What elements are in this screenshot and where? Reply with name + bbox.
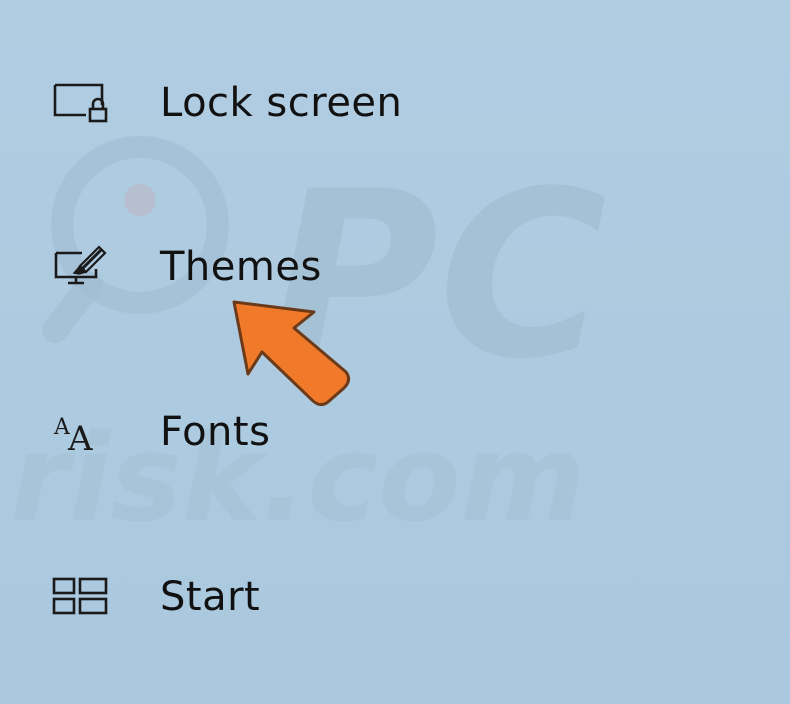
nav-item-label: Lock screen [160,80,403,126]
settings-personalization-panel: PC risk.com Lock screen Themes A A Fonts… [0,0,790,704]
nav-item-label: Start [160,574,261,620]
nav-item-lock-screen[interactable]: Lock screen [40,58,600,148]
fonts-icon-large-glyph: A [67,419,93,456]
fonts-icon: A A [40,402,112,462]
themes-icon [40,237,112,297]
nav-item-themes[interactable]: Themes [40,222,600,312]
nav-item-start[interactable]: Start [40,552,600,642]
nav-item-label: Fonts [160,409,271,455]
lock-screen-icon [40,73,112,133]
nav-item-fonts[interactable]: A A Fonts [40,387,600,477]
start-icon [40,567,112,627]
personalization-nav: Lock screen Themes A A Fonts Start [0,0,790,704]
nav-item-label: Themes [160,244,322,290]
